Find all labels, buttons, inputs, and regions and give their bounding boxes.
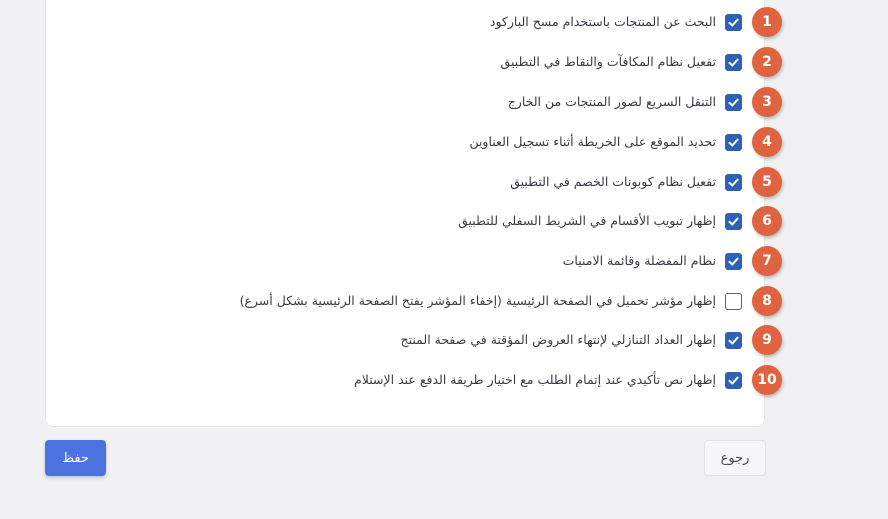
step-number-badge: 9: [752, 325, 782, 355]
setting-row[interactable]: التنقل السريع لصور المنتجات من الخارج 3: [0, 87, 888, 117]
check-icon: [728, 18, 739, 27]
setting-row[interactable]: إظهار العداد التنازلي لإنتهاء العروض الم…: [0, 325, 888, 355]
step-number-badge: 10: [752, 365, 782, 395]
setting-row[interactable]: إظهار مؤشر تحميل في الصفحة الرئيسية (إخف…: [0, 286, 888, 316]
setting-label: إظهار العداد التنازلي لإنتهاء العروض الم…: [400, 332, 716, 347]
setting-label: تفعيل نظام المكافآت والنقاط في التطبيق: [500, 54, 716, 69]
setting-checkbox[interactable]: [725, 213, 742, 230]
step-number-badge: 6: [752, 206, 782, 236]
setting-row[interactable]: تفعيل نظام المكافآت والنقاط في التطبيق 2: [0, 47, 888, 77]
setting-row[interactable]: إظهار نص تأكيدي عند إتمام الطلب مع اختيا…: [0, 365, 888, 395]
setting-row[interactable]: تفعيل نظام كوبونات الخصم في التطبيق 5: [0, 167, 888, 197]
check-icon: [728, 58, 739, 67]
setting-row[interactable]: البحث عن المنتجات باستخدام مسح الباركود 1: [0, 7, 888, 37]
check-icon: [728, 98, 739, 107]
save-button[interactable]: حفظ: [45, 440, 106, 476]
setting-row[interactable]: تحديد الموقع على الخريطة أثناء تسجيل الع…: [0, 127, 888, 157]
setting-label: إظهار مؤشر تحميل في الصفحة الرئيسية (إخف…: [239, 293, 716, 308]
step-number-badge: 2: [752, 47, 782, 77]
setting-label: إظهار نص تأكيدي عند إتمام الطلب مع اختيا…: [354, 372, 716, 387]
step-number-badge: 5: [752, 167, 782, 197]
setting-row[interactable]: إظهار تبويب الأقسام في الشريط السفلي للت…: [0, 206, 888, 236]
setting-checkbox[interactable]: [725, 94, 742, 111]
check-icon: [728, 138, 739, 147]
check-icon: [728, 217, 739, 226]
setting-checkbox[interactable]: [725, 293, 742, 310]
setting-checkbox[interactable]: [725, 54, 742, 71]
step-number-badge: 1: [752, 7, 782, 37]
setting-checkbox[interactable]: [725, 174, 742, 191]
step-number-badge: 7: [752, 246, 782, 276]
setting-checkbox[interactable]: [725, 332, 742, 349]
check-icon: [728, 336, 739, 345]
check-icon: [728, 178, 739, 187]
setting-label: التنقل السريع لصور المنتجات من الخارج: [507, 94, 716, 109]
step-number-badge: 8: [752, 286, 782, 316]
setting-checkbox[interactable]: [725, 372, 742, 389]
setting-row[interactable]: نظام المفضلة وقائمة الامنيات 7: [0, 246, 888, 276]
check-icon: [728, 376, 739, 385]
setting-checkbox[interactable]: [725, 134, 742, 151]
check-icon: [728, 257, 739, 266]
setting-checkbox[interactable]: [725, 253, 742, 270]
back-button[interactable]: رجوع: [704, 440, 766, 476]
setting-label: تفعيل نظام كوبونات الخصم في التطبيق: [510, 174, 716, 189]
setting-label: إظهار تبويب الأقسام في الشريط السفلي للت…: [458, 213, 716, 228]
step-number-badge: 3: [752, 87, 782, 117]
setting-label: البحث عن المنتجات باستخدام مسح الباركود: [489, 14, 716, 29]
setting-label: تحديد الموقع على الخريطة أثناء تسجيل الع…: [469, 134, 716, 149]
setting-checkbox[interactable]: [725, 14, 742, 31]
step-number-badge: 4: [752, 127, 782, 157]
setting-label: نظام المفضلة وقائمة الامنيات: [562, 253, 716, 268]
